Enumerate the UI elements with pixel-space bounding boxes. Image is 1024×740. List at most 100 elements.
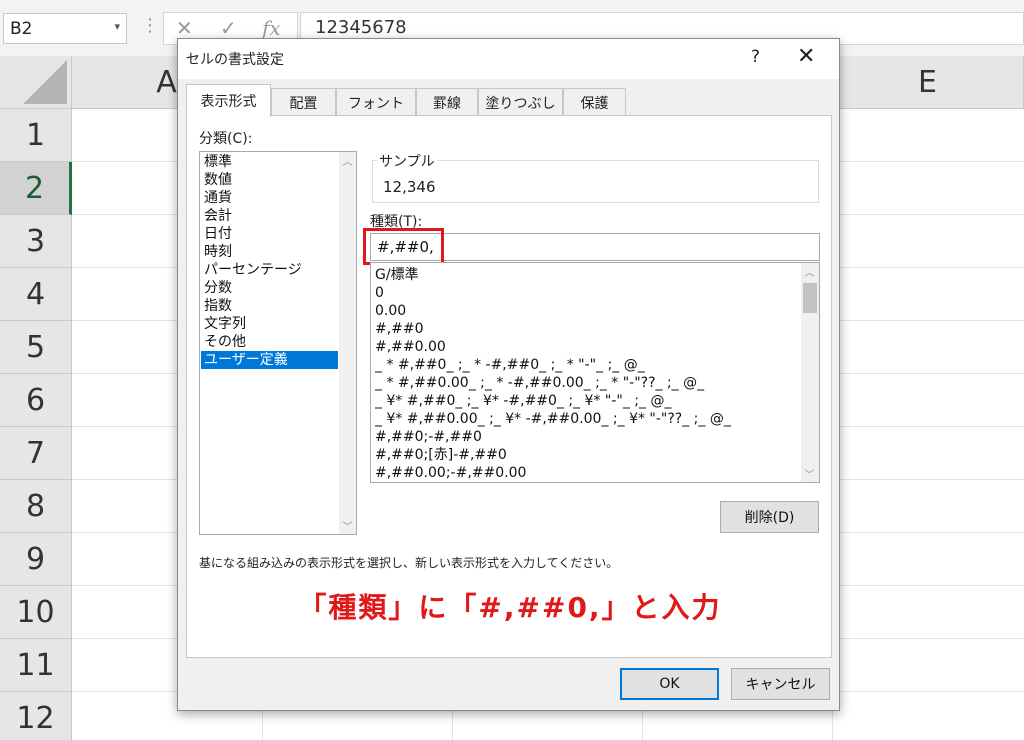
row-header[interactable]: 6: [0, 374, 72, 427]
dialog-title: セルの書式設定: [186, 52, 284, 68]
list-item[interactable]: 文字列: [201, 315, 338, 333]
check-icon[interactable]: ✓: [220, 16, 237, 40]
formula-value: 12345678: [315, 17, 407, 38]
row-header[interactable]: 4: [0, 268, 72, 321]
chevron-up-icon[interactable]: ︿: [339, 152, 356, 169]
row-header-label: 3: [25, 223, 46, 259]
list-item[interactable]: _ * #,##0_ ;_ * -#,##0_ ;_ * "-"_ ;_ @_: [375, 356, 795, 374]
hint-text: 基になる組み込みの表示形式を選択し、新しい表示形式を入力してください。: [199, 556, 619, 570]
tab-alignment[interactable]: 配置: [271, 88, 336, 116]
format-cells-dialog: セルの書式設定 ? ✕ 表示形式 配置 フォント 罫線 塗りつぶし 保護 分類(…: [177, 38, 840, 711]
tab-border[interactable]: 罫線: [416, 88, 478, 116]
list-item[interactable]: _ ¥* #,##0_ ;_ ¥* -#,##0_ ;_ ¥* "-"_ ;_ …: [375, 392, 795, 410]
tab-label: フォント: [348, 95, 404, 112]
name-box[interactable]: B2 ▾: [3, 13, 127, 44]
number-tab-panel: 分類(C): 標準 数値 通貨 会計 日付 時刻 パーセンテージ 分数 指数 文…: [186, 115, 832, 658]
function-icon[interactable]: fx: [262, 16, 281, 40]
row-header-label: 1: [25, 117, 46, 153]
row-header[interactable]: 5: [0, 321, 72, 374]
row-header[interactable]: 3: [0, 215, 72, 268]
tab-label: 配置: [289, 95, 318, 112]
sample-label: サンプル: [377, 151, 437, 171]
scrollbar-thumb[interactable]: [803, 283, 817, 313]
list-item[interactable]: 会計: [201, 207, 338, 225]
tab-label: 罫線: [433, 95, 461, 112]
excel-window: B2 ▾ ⋮ ✕ ✓ fx 12345678 A E 1 2 3 4 5 6 7…: [0, 0, 1024, 740]
list-item[interactable]: #,##0.00;-#,##0.00: [375, 464, 795, 482]
list-item[interactable]: #,##0;[赤]-#,##0: [375, 446, 795, 464]
chevron-up-icon[interactable]: ︿: [801, 263, 818, 280]
ok-button[interactable]: OK: [620, 668, 719, 700]
category-scrollbar[interactable]: ︿ ﹀: [339, 152, 356, 534]
select-all-corner[interactable]: [0, 56, 72, 109]
row-header[interactable]: 8: [0, 480, 72, 533]
list-item[interactable]: 0.00: [375, 302, 795, 320]
vertical-dots-icon: ⋮: [141, 15, 159, 36]
dialog-titlebar[interactable]: セルの書式設定 ? ✕: [178, 39, 839, 79]
row-header-label: 12: [16, 700, 55, 736]
row-header[interactable]: 12: [0, 692, 72, 740]
list-item[interactable]: 通貨: [201, 189, 338, 207]
name-box-value: B2: [10, 19, 33, 39]
close-icon[interactable]: ✕: [797, 44, 815, 69]
list-item[interactable]: 数値: [201, 171, 338, 189]
row-header-label: 5: [25, 329, 46, 365]
list-item[interactable]: パーセンテージ: [201, 261, 338, 279]
row-header[interactable]: 1: [0, 109, 72, 162]
button-label: キャンセル: [745, 677, 816, 693]
column-header-e[interactable]: E: [832, 56, 1024, 109]
list-item[interactable]: 指数: [201, 297, 338, 315]
tab-protection[interactable]: 保護: [563, 88, 626, 116]
row-header-label: 11: [16, 647, 55, 683]
list-item[interactable]: 標準: [201, 153, 338, 171]
list-item[interactable]: #,##0.00: [375, 338, 795, 356]
category-list[interactable]: 標準 数値 通貨 会計 日付 時刻 パーセンテージ 分数 指数 文字列 その他 …: [199, 151, 357, 535]
row-header[interactable]: 10: [0, 586, 72, 639]
row-header[interactable]: 2: [0, 162, 72, 215]
cancel-icon[interactable]: ✕: [176, 16, 193, 40]
row-header[interactable]: 9: [0, 533, 72, 586]
column-header-label: A: [156, 64, 177, 100]
button-label: 削除(D): [744, 510, 795, 526]
row-header-label: 8: [25, 488, 46, 524]
row-header[interactable]: 11: [0, 639, 72, 692]
list-item[interactable]: G/標準: [375, 266, 795, 284]
chevron-down-icon[interactable]: ﹀: [339, 517, 356, 534]
list-item[interactable]: 時刻: [201, 243, 338, 261]
format-codes-list[interactable]: G/標準 0 0.00 #,##0 #,##0.00 _ * #,##0_ ;_…: [370, 262, 820, 483]
tab-fill[interactable]: 塗りつぶし: [478, 88, 563, 116]
highlight-box: [363, 228, 444, 265]
list-item[interactable]: 0: [375, 284, 795, 302]
tab-number[interactable]: 表示形式: [186, 84, 271, 117]
format-scrollbar[interactable]: ︿ ﹀: [801, 263, 819, 482]
triangle-icon: [23, 60, 67, 104]
tab-font[interactable]: フォント: [336, 88, 416, 116]
list-item[interactable]: #,##0;-#,##0: [375, 428, 795, 446]
annotation-text: 「種類」に「#,##0,」と入力: [298, 591, 722, 624]
list-item[interactable]: 日付: [201, 225, 338, 243]
delete-button[interactable]: 削除(D): [720, 501, 819, 533]
row-header-label: 7: [25, 435, 46, 471]
list-item[interactable]: #,##0: [375, 320, 795, 338]
list-item[interactable]: _ ¥* #,##0.00_ ;_ ¥* -#,##0.00_ ;_ ¥* "-…: [375, 410, 795, 428]
cancel-button[interactable]: キャンセル: [731, 668, 830, 700]
tab-label: 表示形式: [200, 94, 257, 110]
sample-value: 12,346: [383, 178, 436, 196]
tab-label: 塗りつぶし: [485, 95, 556, 112]
column-header-label: E: [918, 64, 937, 100]
help-icon[interactable]: ?: [751, 47, 760, 67]
row-header-label: 9: [25, 541, 46, 577]
button-label: OK: [659, 676, 680, 692]
list-item-selected[interactable]: ユーザー定義: [201, 351, 338, 369]
category-label: 分類(C):: [199, 131, 253, 147]
row-header-label: 10: [16, 594, 55, 630]
row-header-label: 2: [24, 170, 45, 206]
chevron-down-icon[interactable]: ▾: [114, 20, 120, 33]
sample-group: [372, 160, 819, 203]
list-item[interactable]: その他: [201, 333, 338, 351]
list-item[interactable]: _ * #,##0.00_ ;_ * -#,##0.00_ ;_ * "-"??…: [375, 374, 795, 392]
list-item[interactable]: 分数: [201, 279, 338, 297]
row-header[interactable]: 7: [0, 427, 72, 480]
row-header-label: 4: [25, 276, 46, 312]
chevron-down-icon[interactable]: ﹀: [801, 465, 818, 482]
